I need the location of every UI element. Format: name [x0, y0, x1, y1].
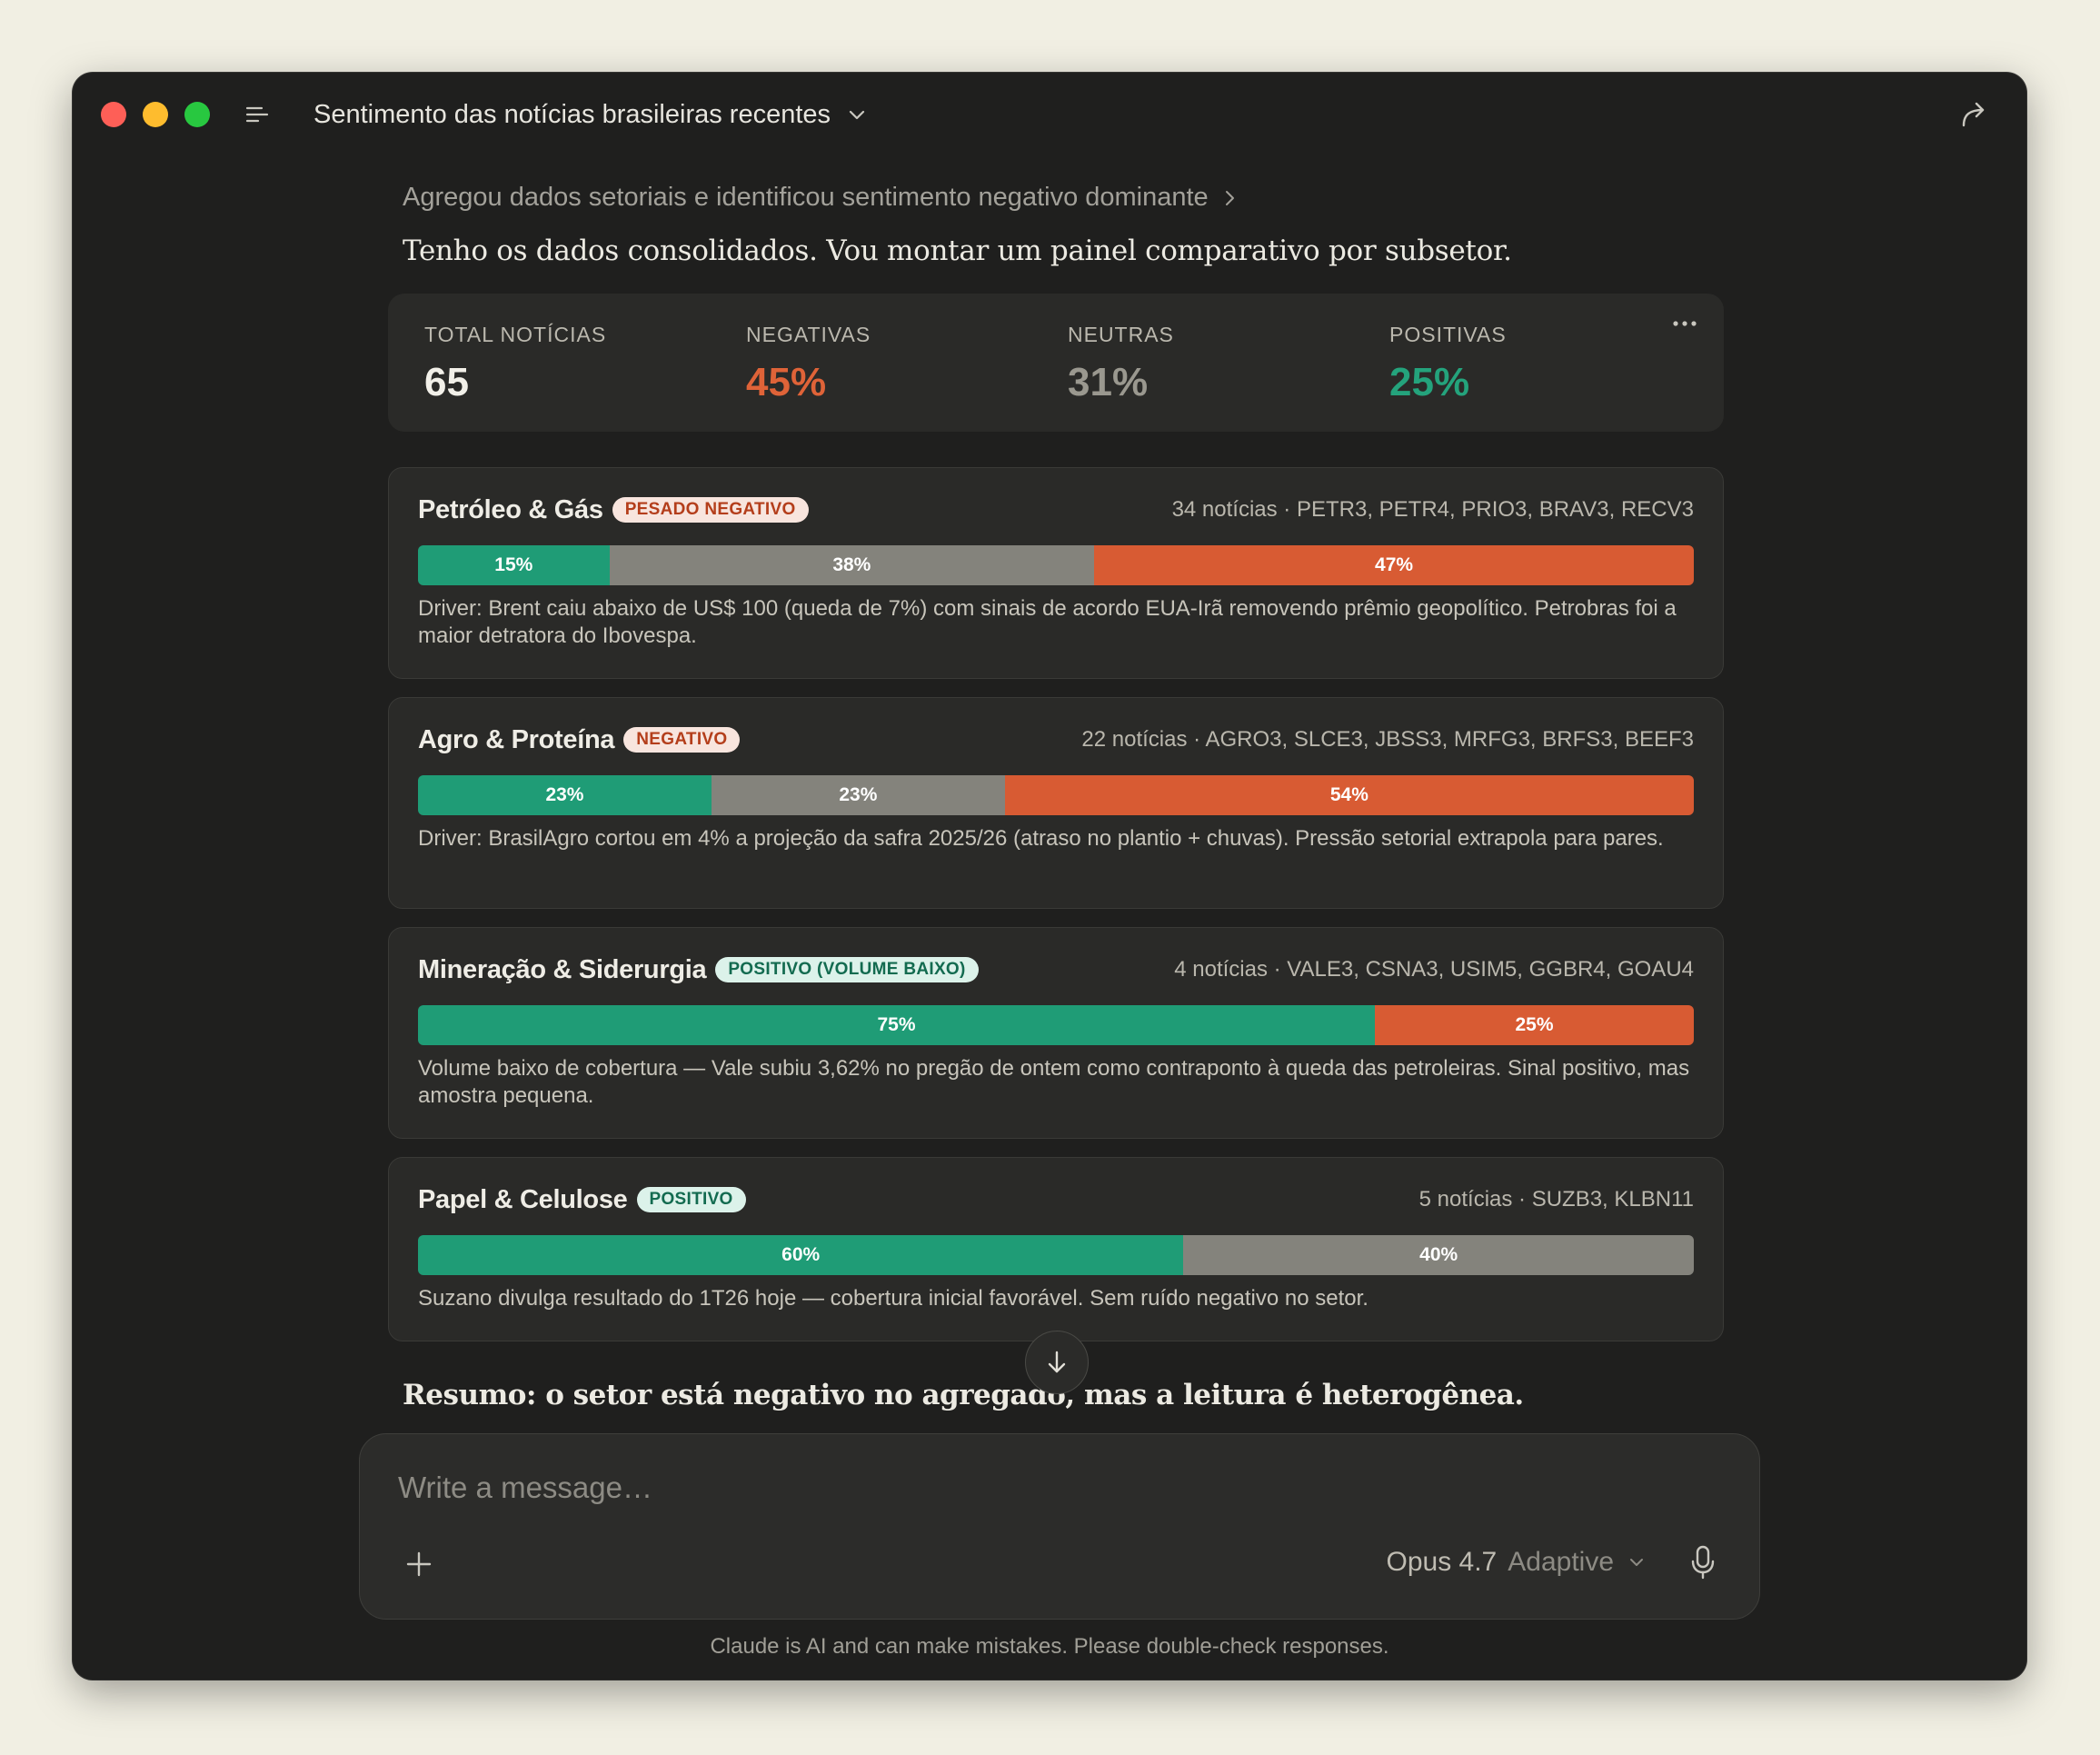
- sector-description: Volume baixo de cobertura — Vale subiu 3…: [418, 1056, 1690, 1108]
- chevron-down-icon: [1630, 1559, 1643, 1566]
- maximize-window-button[interactable]: [184, 102, 210, 127]
- sentiment-bar: 23% 23% 54%: [418, 775, 1694, 815]
- message-composer: Opus 4.7 Adaptive: [359, 1433, 1760, 1620]
- arrow-down-icon: [1048, 1351, 1066, 1373]
- model-mode: Adaptive: [1508, 1547, 1614, 1577]
- app-window: Sentimento das notícias brasileiras rece…: [73, 73, 2026, 1680]
- sector-card: Petróleo & Gás PESADO NEGATIVO 34 notíci…: [388, 467, 1724, 679]
- stat-total: TOTAL NOTÍCIAS 65: [424, 323, 606, 405]
- sentiment-badge: POSITIVO: [636, 1187, 746, 1212]
- bar-segment-neu: 40%: [1183, 1235, 1694, 1275]
- chevron-right-icon: [1225, 190, 1234, 205]
- sector-description: Suzano divulga resultado do 1T26 hoje — …: [418, 1286, 1368, 1311]
- sentiment-badge: POSITIVO (VOLUME BAIXO): [715, 957, 979, 982]
- chevron-down-icon: [849, 110, 865, 120]
- conversation-title: Sentimento das notícias brasileiras rece…: [314, 99, 831, 129]
- stat-label: TOTAL NOTÍCIAS: [424, 323, 607, 346]
- sector-card: Agro & Proteína NEGATIVO 22 notícias · A…: [388, 697, 1724, 909]
- plus-icon[interactable]: [405, 1551, 433, 1578]
- close-window-button[interactable]: [101, 102, 126, 127]
- sentiment-bar: 60% 40%: [418, 1235, 1694, 1275]
- stat-value: 65: [424, 360, 469, 404]
- share-icon[interactable]: [1957, 98, 1990, 131]
- stat-value: 31%: [1068, 360, 1149, 404]
- bar-segment-neg: 54%: [1004, 775, 1694, 815]
- stat-value: 45%: [746, 360, 827, 404]
- stat-label: POSITIVAS: [1389, 323, 1507, 346]
- stat-neutras: NEUTRAS 31%: [1068, 323, 1174, 405]
- sector-meta: 4 notícias · VALE3, CSNA3, USIM5, GGBR4,…: [1174, 957, 1694, 982]
- stat-label: NEGATIVAS: [746, 323, 871, 346]
- scroll-down-button[interactable]: [1025, 1331, 1089, 1394]
- sector-title: Agro & Proteína: [418, 724, 615, 754]
- sector-card: Mineração & Siderurgia POSITIVO (VOLUME …: [388, 927, 1724, 1139]
- sentiment-badge: NEGATIVO: [623, 727, 741, 753]
- model-selector[interactable]: Opus 4.7 Adaptive: [1387, 1547, 1646, 1578]
- message-input[interactable]: [398, 1471, 1398, 1505]
- bar-segment-neg: 25%: [1375, 1005, 1694, 1045]
- more-icon[interactable]: [1671, 317, 1698, 330]
- thinking-summary-text: Agregou dados setoriais e identificou se…: [403, 183, 1209, 212]
- stat-value: 25%: [1389, 360, 1470, 404]
- model-name: Opus 4.7: [1386, 1547, 1498, 1577]
- bar-segment-neg: 47%: [1094, 545, 1694, 585]
- bar-segment-pos: 15%: [418, 545, 610, 585]
- sidebar-menu-icon[interactable]: [245, 104, 269, 125]
- bar-segment-pos: 60%: [418, 1235, 1184, 1275]
- sentiment-bar: 75% 25%: [418, 1005, 1694, 1045]
- conversation-title-button[interactable]: Sentimento das notícias brasileiras rece…: [314, 96, 867, 133]
- bar-segment-pos: 23%: [418, 775, 712, 815]
- sector-card: Papel & Celulose POSITIVO 5 notícias · S…: [388, 1157, 1724, 1341]
- mic-icon[interactable]: [1689, 1544, 1717, 1580]
- sector-meta: 22 notícias · AGRO3, SLCE3, JBSS3, MRFG3…: [1081, 727, 1694, 752]
- assistant-lead-text: Tenho os dados consolidados. Vou montar …: [403, 234, 1512, 267]
- thinking-summary[interactable]: Agregou dados setoriais e identificou se…: [403, 183, 1239, 213]
- sentiment-badge: PESADO NEGATIVO: [612, 497, 809, 523]
- stat-negativas: NEGATIVAS 45%: [746, 323, 871, 405]
- assistant-summary-text: Resumo: o setor está negativo no agregad…: [403, 1379, 1524, 1411]
- stat-label: NEUTRAS: [1068, 323, 1174, 346]
- disclaimer-text: Claude is AI and can make mistakes. Plea…: [710, 1634, 1389, 1659]
- sector-description: Driver: BrasilAgro cortou em 4% a projeç…: [418, 826, 1664, 851]
- sector-title: Papel & Celulose: [418, 1184, 628, 1214]
- sentiment-bar: 15% 38% 47%: [418, 545, 1694, 585]
- bar-segment-pos: 75%: [418, 1005, 1375, 1045]
- bar-segment-neu: 38%: [609, 545, 1095, 585]
- stats-panel: TOTAL NOTÍCIAS 65 NEGATIVAS 45% NEUTRAS …: [388, 294, 1724, 432]
- sector-meta: 34 notícias · PETR3, PETR4, PRIO3, BRAV3…: [1171, 497, 1694, 522]
- stat-positivas: POSITIVAS 25%: [1389, 323, 1507, 405]
- minimize-window-button[interactable]: [143, 102, 168, 127]
- sector-title: Mineração & Siderurgia: [418, 954, 707, 984]
- sector-meta: 5 notícias · SUZB3, KLBN11: [1418, 1187, 1694, 1212]
- sector-title: Petróleo & Gás: [418, 494, 603, 524]
- bar-segment-neu: 23%: [711, 775, 1005, 815]
- sector-description: Driver: Brent caiu abaixo de US$ 100 (qu…: [418, 596, 1677, 648]
